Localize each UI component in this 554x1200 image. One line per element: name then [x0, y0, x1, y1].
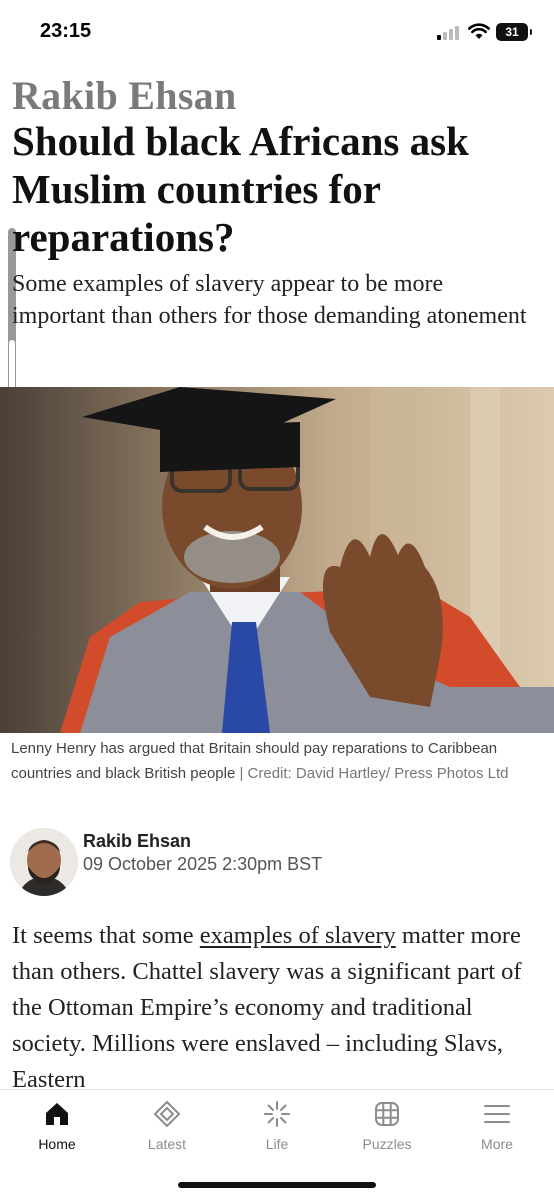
author-byline[interactable]: Rakib Ehsan 09 October 2025 2:30pm BST — [10, 828, 550, 898]
article-headline: Should black Africans ask Muslim countri… — [12, 118, 469, 260]
byline-date: 09 October 2025 2:30pm BST — [83, 854, 323, 874]
tab-more[interactable]: More — [442, 1090, 552, 1170]
tab-label-home: Home — [38, 1136, 76, 1152]
tab-puzzles[interactable]: Puzzles — [332, 1090, 442, 1170]
tab-home[interactable]: Home — [2, 1090, 112, 1170]
image-credit-text: Credit: David Hartley/ Press Photos Ltd — [247, 765, 509, 782]
article-body: It seems that some examples of slavery m… — [12, 918, 544, 1098]
puzzles-icon — [375, 1102, 399, 1126]
body-intro: It seems that some — [12, 922, 200, 949]
image-credit: | Credit: David Hartley/ Press Photos Lt… — [239, 765, 509, 782]
byline-author-name[interactable]: Rakib Ehsan — [83, 831, 191, 852]
battery-icon: 31 — [496, 23, 532, 41]
menu-icon — [484, 1105, 510, 1123]
home-indicator[interactable] — [178, 1182, 376, 1188]
author-kicker[interactable]: Rakib Ehsan — [12, 72, 237, 119]
tab-latest[interactable]: Latest — [112, 1090, 222, 1170]
life-icon — [264, 1101, 290, 1127]
tab-life[interactable]: Life — [222, 1090, 332, 1170]
tab-label-puzzles: Puzzles — [362, 1136, 412, 1152]
status-time: 23:15 — [40, 20, 92, 42]
wifi-icon — [468, 23, 490, 39]
examples-of-slavery-link[interactable]: examples of slavery — [200, 922, 396, 949]
home-icon — [46, 1103, 68, 1125]
tab-label-life: Life — [265, 1136, 289, 1152]
hero-image[interactable] — [0, 387, 554, 733]
latest-icon — [153, 1100, 181, 1128]
article-standfirst: Some examples of slavery appear to be mo… — [12, 271, 527, 329]
status-bar: 23:15 31 — [0, 0, 554, 64]
tab-label-latest: Latest — [147, 1136, 187, 1152]
author-avatar-illustration — [10, 828, 78, 896]
tab-label-more: More — [481, 1136, 513, 1152]
avatar[interactable] — [10, 828, 78, 896]
cellular-signal-icon — [437, 26, 461, 40]
graduate-photo-illustration — [0, 387, 554, 733]
image-caption: Lenny Henry has argued that Britain shou… — [11, 736, 541, 786]
